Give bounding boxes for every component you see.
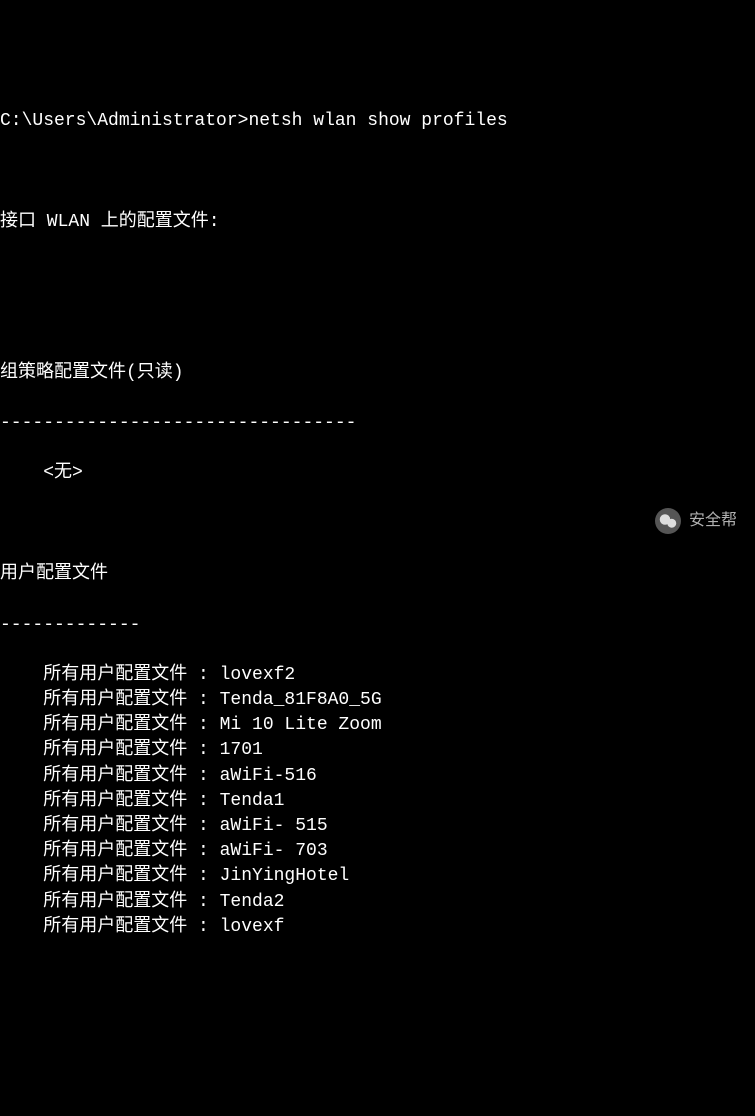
interface-header: 接口 WLAN 上的配置文件: <box>0 210 755 235</box>
user-profiles-title: 用户配置文件 <box>0 562 755 587</box>
blank-line <box>0 310 755 335</box>
profile-row: 所有用户配置文件 : lovexf <box>0 915 755 940</box>
command-prompt-line[interactable]: C:\Users\Administrator>netsh wlan show p… <box>0 109 755 134</box>
profile-row: 所有用户配置文件 : lovexf2 <box>0 663 755 688</box>
profile-row: 所有用户配置文件 : aWiFi- 515 <box>0 814 755 839</box>
profile-row: 所有用户配置文件 : Mi 10 Lite Zoom <box>0 713 755 738</box>
profile-row: 所有用户配置文件 : aWiFi- 703 <box>0 839 755 864</box>
blank-line <box>0 512 755 537</box>
blank-line <box>0 159 755 184</box>
profile-row: 所有用户配置文件 : Tenda2 <box>0 890 755 915</box>
profile-row: 所有用户配置文件 : Tenda1 <box>0 789 755 814</box>
watermark: 安全帮 <box>655 508 737 534</box>
profile-row: 所有用户配置文件 : 1701 <box>0 738 755 763</box>
group-policy-separator: --------------------------------- <box>0 411 755 436</box>
command: netsh wlan show profiles <box>248 111 507 131</box>
user-profiles-separator: ------------- <box>0 613 755 638</box>
watermark-text: 安全帮 <box>689 510 737 532</box>
profiles-list: 所有用户配置文件 : lovexf2 所有用户配置文件 : Tenda_81F8… <box>0 663 755 940</box>
group-policy-none: <无> <box>0 461 755 486</box>
profile-row: 所有用户配置文件 : aWiFi-516 <box>0 764 755 789</box>
group-policy-title: 组策略配置文件(只读) <box>0 361 755 386</box>
blank-line <box>0 260 755 285</box>
profile-row: 所有用户配置文件 : JinYingHotel <box>0 864 755 889</box>
prompt: C:\Users\Administrator> <box>0 111 248 131</box>
wechat-icon <box>655 508 681 534</box>
profile-row: 所有用户配置文件 : Tenda_81F8A0_5G <box>0 688 755 713</box>
